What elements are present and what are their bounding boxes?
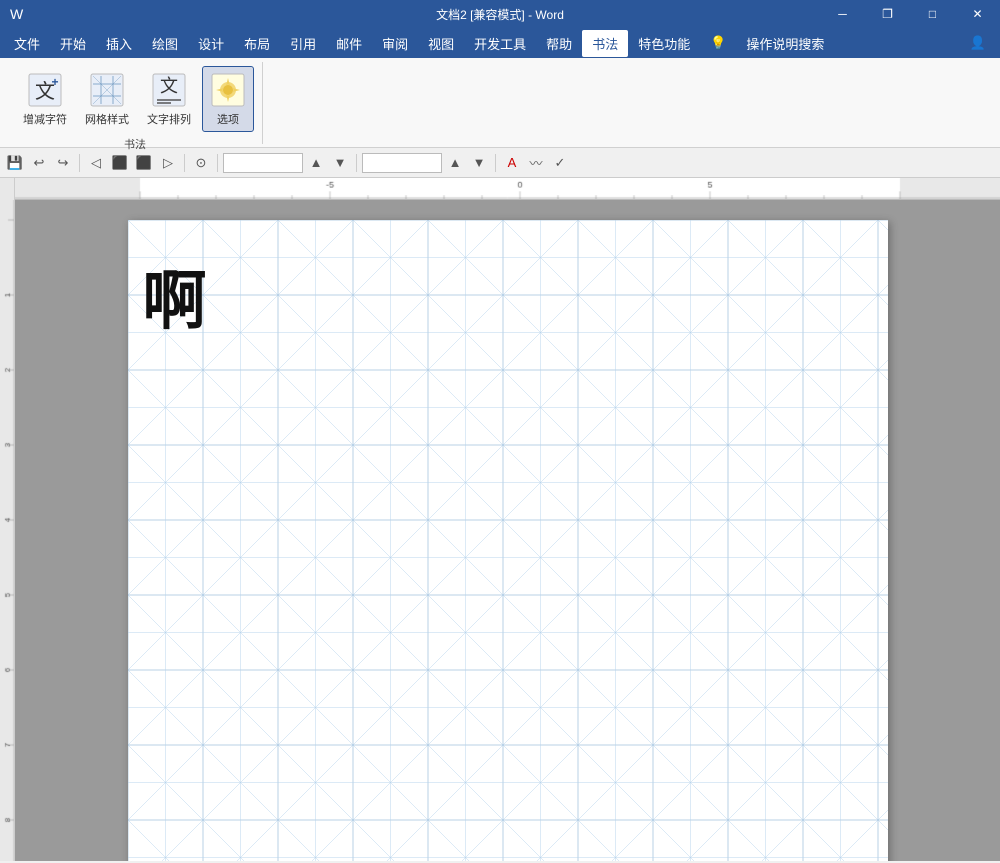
title-text: 文档2 [兼容模式] - Word xyxy=(436,6,564,23)
toolbar-check-btn[interactable]: ✓ xyxy=(549,152,571,174)
toolbar-btn-1[interactable]: ◁ xyxy=(85,152,107,174)
save-button[interactable]: 💾 xyxy=(4,152,26,174)
font-size-input[interactable] xyxy=(223,153,303,173)
minimize-button[interactable]: ─ xyxy=(820,0,865,28)
menu-bar: 文件 开始 插入 绘图 设计 布局 引用 邮件 审阅 视图 开发工具 帮助 书法… xyxy=(0,28,1000,58)
undo-button[interactable]: ↩ xyxy=(28,152,50,174)
toolbar-separator-2 xyxy=(184,154,185,172)
menu-user[interactable]: 👤 xyxy=(960,31,996,55)
menu-special[interactable]: 特色功能 xyxy=(628,30,700,57)
quick-access-toolbar: 💾 ↩ ↪ ◁ ⬛ ⬛ ▷ ⊙ ▲ ▼ ▲ ▼ A 〰 ✓ xyxy=(0,148,1000,178)
toolbar-separator-4 xyxy=(356,154,357,172)
document-area[interactable]: 啊 xyxy=(15,200,1000,861)
redo-button[interactable]: ↪ xyxy=(52,152,74,174)
calligraphy-grid xyxy=(128,220,888,861)
font-input[interactable] xyxy=(362,153,442,173)
menu-help[interactable]: 帮助 xyxy=(536,30,582,57)
toolbar-up-btn[interactable]: ▲ xyxy=(305,152,327,174)
svg-text:文: 文 xyxy=(160,76,178,96)
menu-file[interactable]: 文件 xyxy=(4,30,50,57)
toolbar-separator-5 xyxy=(495,154,496,172)
ribbon-group-calligraphy: 文 + 增减字符 xyxy=(8,62,263,144)
toolbar-separator-1 xyxy=(79,154,80,172)
menu-draw[interactable]: 绘图 xyxy=(142,30,188,57)
vertical-ruler-canvas xyxy=(0,200,15,861)
add-char-icon: 文 + xyxy=(26,71,64,109)
ruler-corner xyxy=(0,178,15,200)
ribbon-add-char-button[interactable]: 文 + 增减字符 xyxy=(16,66,74,132)
vertical-ruler xyxy=(0,200,15,861)
app-icon: W xyxy=(10,6,23,22)
toolbar-color-btn[interactable]: A xyxy=(501,152,523,174)
ribbon-options-button[interactable]: 选项 xyxy=(202,66,254,132)
toolbar-btn-5[interactable]: ⊙ xyxy=(190,152,212,174)
title-bar-controls: ─ ❐ □ ✕ xyxy=(820,0,1000,28)
toolbar-btn-4[interactable]: ▷ xyxy=(157,152,179,174)
menu-lightbulb[interactable]: 💡 xyxy=(700,31,736,55)
menu-view[interactable]: 视图 xyxy=(418,30,464,57)
horizontal-ruler xyxy=(15,178,1000,200)
menu-design[interactable]: 设计 xyxy=(188,30,234,57)
menu-references[interactable]: 引用 xyxy=(280,30,326,57)
ribbon-calligraphy-section: 文 + 增减字符 xyxy=(8,62,263,144)
menu-calligraphy[interactable]: 书法 xyxy=(582,30,628,57)
text-arrange-label: 文字排列 xyxy=(147,111,191,127)
toolbar-font-up[interactable]: ▲ xyxy=(444,152,466,174)
menu-home[interactable]: 开始 xyxy=(50,30,96,57)
svg-text:+: + xyxy=(51,75,58,89)
menu-mailings[interactable]: 邮件 xyxy=(326,30,372,57)
menu-search[interactable]: 操作说明搜索 xyxy=(736,30,834,57)
title-bar-left: W xyxy=(10,6,23,22)
toolbar-wave-btn[interactable]: 〰 xyxy=(525,152,547,174)
menu-layout[interactable]: 布局 xyxy=(234,30,280,57)
toolbar-down-btn[interactable]: ▼ xyxy=(329,152,351,174)
ribbon-text-arrange-button[interactable]: 文 文字排列 xyxy=(140,66,198,132)
ruler-canvas xyxy=(15,178,1000,199)
title-bar: W 文档2 [兼容模式] - Word ─ ❐ □ ✕ xyxy=(0,0,1000,28)
text-arrange-icon: 文 xyxy=(150,71,188,109)
grid-style-label: 网格样式 xyxy=(85,111,129,127)
document-page: 啊 xyxy=(128,220,888,861)
close-button[interactable]: ✕ xyxy=(955,0,1000,28)
ribbon-group-label: 书法 xyxy=(124,132,146,152)
options-label: 选项 xyxy=(217,111,239,127)
menu-review[interactable]: 审阅 xyxy=(372,30,418,57)
page-content-text: 啊 xyxy=(143,250,207,342)
add-char-label: 增减字符 xyxy=(23,111,67,127)
menu-developer[interactable]: 开发工具 xyxy=(464,30,536,57)
ribbon: 文 + 增减字符 xyxy=(0,58,1000,148)
ruler-area xyxy=(0,178,1000,200)
ribbon-buttons: 文 + 增减字符 xyxy=(16,66,254,132)
maximize-button[interactable]: □ xyxy=(910,0,955,28)
toolbar-font-down[interactable]: ▼ xyxy=(468,152,490,174)
grid-style-icon xyxy=(88,71,126,109)
options-icon xyxy=(209,71,247,109)
ribbon-grid-style-button[interactable]: 网格样式 xyxy=(78,66,136,132)
toolbar-separator-3 xyxy=(217,154,218,172)
main-area: 啊 xyxy=(0,200,1000,861)
menu-insert[interactable]: 插入 xyxy=(96,30,142,57)
toolbar-btn-3[interactable]: ⬛ xyxy=(133,152,155,174)
restore-button[interactable]: ❐ xyxy=(865,0,910,28)
toolbar-btn-2[interactable]: ⬛ xyxy=(109,152,131,174)
